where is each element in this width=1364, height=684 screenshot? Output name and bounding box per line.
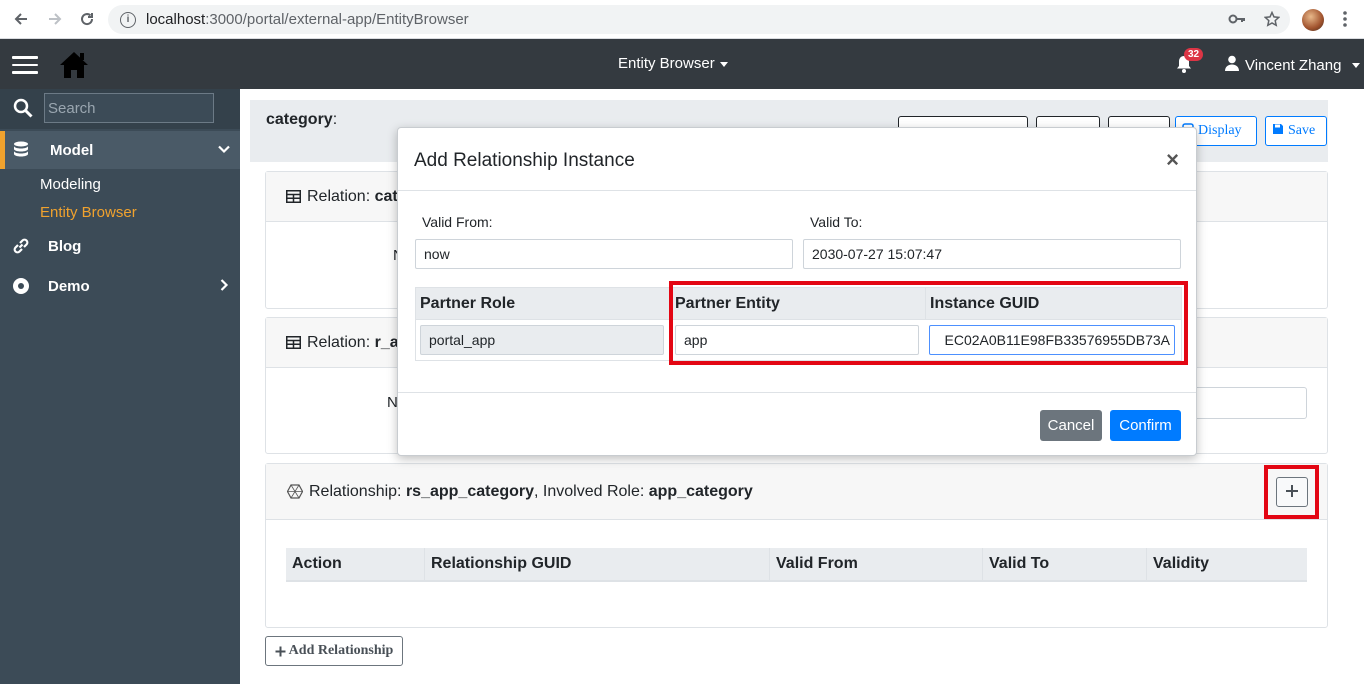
valid-from-input[interactable]: now [415,239,793,269]
sidebar-search [0,89,240,129]
relationship-card-header: Relationship: rs_app_category, Involved … [266,464,1327,520]
column-header[interactable]: Valid To [983,548,1147,580]
column-header[interactable]: Validity [1147,548,1307,580]
column-header: Partner Role [416,288,671,320]
plus-icon [275,646,286,657]
page-title: category: [266,111,338,128]
sidebar: Model Modeling Entity Browser Blog Demo [0,89,240,684]
table-icon [286,190,301,203]
link-icon [12,237,30,255]
hexagon-icon [287,484,303,499]
star-icon[interactable] [1263,10,1281,32]
back-icon[interactable] [10,8,32,30]
info-icon[interactable]: i [120,11,136,28]
search-icon [13,98,33,118]
search-input[interactable] [44,93,214,123]
cancel-button[interactable]: Cancel [1040,410,1102,441]
user-name: Vincent Zhang [1245,56,1342,74]
modal-title: Add Relationship Instance [414,150,635,171]
highlight-box-plus [1264,465,1319,519]
sidebar-subitem-modeling[interactable]: Modeling [40,176,101,193]
relationship-card: Relationship: rs_app_category, Involved … [265,463,1328,628]
relationship-table-header: Action Relationship GUID Valid From Vali… [286,548,1307,582]
save-icon [1272,123,1284,140]
profile-avatar[interactable] [1302,9,1324,31]
column-header[interactable]: Action [286,548,425,580]
notification-badge: 32 [1184,48,1204,61]
chevron-right-icon [218,278,230,295]
chevron-down-icon [218,142,230,159]
menu-dots-icon[interactable] [1342,10,1348,28]
entity-browser-dropdown[interactable]: Entity Browser [618,55,728,72]
record-icon [12,277,30,295]
user-icon [1225,55,1239,75]
sidebar-item-label: Blog [48,237,82,255]
browser-toolbar: i localhost:3000/portal/external-app/Ent… [0,0,1364,39]
forward-icon[interactable] [44,8,66,30]
modal-divider [398,190,1196,191]
sidebar-item-label: Demo [48,277,90,295]
column-header[interactable]: Relationship GUID [425,548,770,580]
reload-icon[interactable] [76,8,98,30]
home-icon[interactable] [58,49,90,81]
app-header: Entity Browser 32 Vincent Zhang [0,39,1364,89]
user-menu[interactable]: Vincent Zhang [1225,55,1361,75]
address-bar[interactable]: i localhost:3000/portal/external-app/Ent… [108,5,1290,34]
partner-role-input: portal_app [420,325,664,355]
sidebar-item-demo[interactable]: Demo [0,267,240,305]
key-icon[interactable] [1228,11,1246,32]
valid-to-input[interactable]: 2030-07-27 15:07:47 [803,239,1181,269]
close-icon[interactable]: × [1166,147,1179,173]
valid-to-label: Valid To: [810,214,863,230]
save-button[interactable]: Save [1265,116,1327,146]
hamburger-menu-icon[interactable] [12,56,38,74]
column-header[interactable]: Valid From [770,548,983,580]
modal-divider [398,392,1196,393]
highlight-box-partner [669,281,1188,365]
add-relationship-instance-modal: Add Relationship Instance × Valid From: … [397,127,1197,456]
valid-from-label: Valid From: [422,214,493,230]
sidebar-item-blog[interactable]: Blog [0,227,240,265]
sidebar-subitem-entity-browser[interactable]: Entity Browser [40,204,137,221]
table-icon [286,336,301,349]
confirm-button[interactable]: Confirm [1110,410,1181,441]
sidebar-item-label: Model [50,141,94,159]
sidebar-item-model[interactable]: Model [0,131,240,169]
add-relationship-button[interactable]: Add Relationship [265,636,403,666]
url-text: localhost:3000/portal/external-app/Entit… [146,11,469,28]
database-icon [12,141,30,159]
